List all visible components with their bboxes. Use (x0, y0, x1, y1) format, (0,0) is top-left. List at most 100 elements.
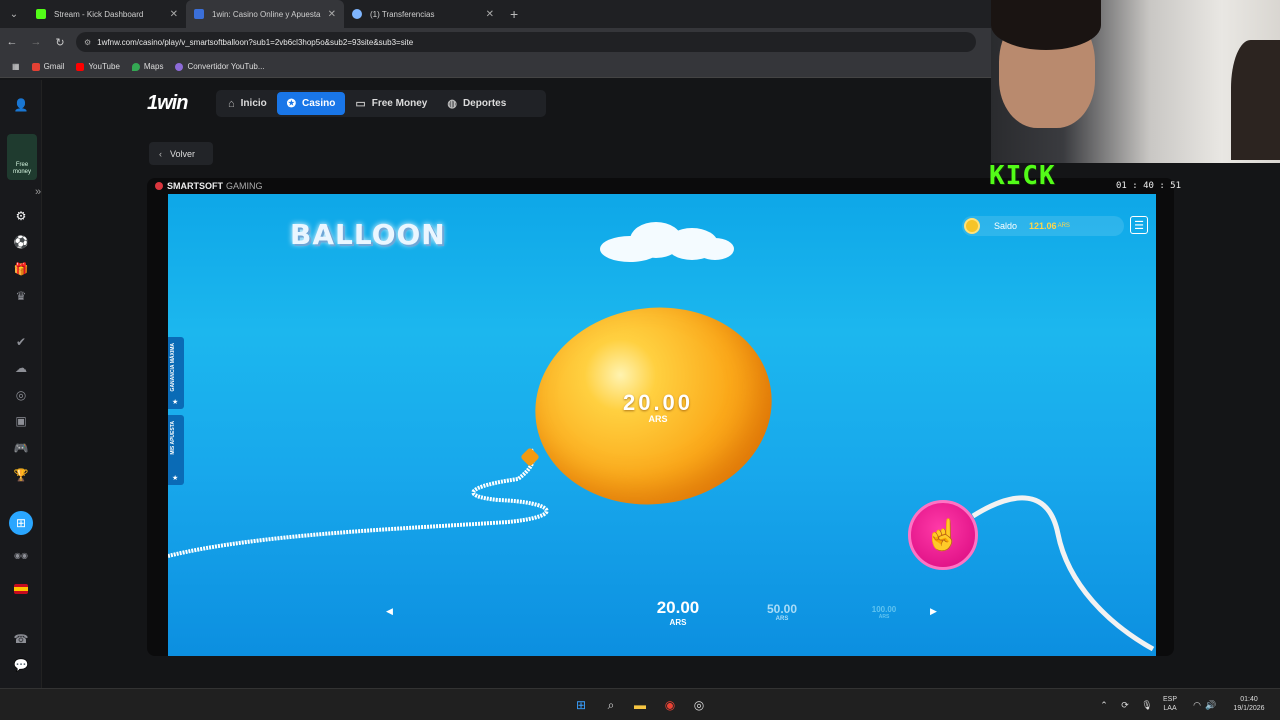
casino-chip-icon[interactable]: ⚙ (12, 207, 30, 225)
nav-label: Free Money (371, 98, 428, 109)
coin-icon (964, 218, 980, 234)
crown-icon[interactable]: ♛ (12, 287, 30, 305)
my-bets-tab[interactable]: MIS APUESTA ★ (168, 415, 184, 485)
reload-icon[interactable]: ↻ (48, 36, 72, 49)
bet-prev-arrow-icon[interactable]: ◀ (386, 606, 393, 617)
clock-date[interactable]: 01:40 19/1/2026 (1224, 695, 1274, 713)
tab-search-chevron-icon[interactable]: ⌄ (0, 0, 28, 28)
pump-button[interactable]: ☝ (908, 500, 978, 570)
bet-selector: ◀ 20.00 ARS 50.00 ARS 100.00 ARS ▶ (380, 594, 940, 634)
cards-icon[interactable]: ▣ (12, 412, 30, 430)
bookmark-maps[interactable]: Maps (131, 62, 163, 71)
kick-favicon-icon (36, 9, 46, 19)
max-win-tab[interactable]: GANANCIA MÁXIMA ★ (168, 337, 184, 409)
bet-option-50[interactable]: 50.00 ARS (752, 602, 812, 622)
tab-kick-dashboard[interactable]: Stream - Kick Dashboard ✕ (28, 0, 186, 28)
tab-transferencias[interactable]: (1) Transferencias ✕ (344, 0, 502, 28)
bookmark-gmail[interactable]: Gmail (31, 62, 65, 71)
soccer-ball-icon[interactable]: ⚽ (12, 233, 30, 251)
social-links-icon[interactable]: ◉◉ (12, 546, 30, 564)
file-explorer-icon[interactable]: ▬ (632, 697, 648, 713)
free-money-label: Free money (12, 162, 31, 175)
balance-value: 121.06 (1029, 221, 1057, 231)
money-icon: ▭ (355, 98, 366, 110)
provider-suffix: GAMING (226, 181, 263, 191)
bookmarks-bar: ▦ Gmail YouTube Maps Convertidor YouTub.… (0, 56, 992, 78)
tray-chevron-up-icon[interactable]: ⌃ (1096, 697, 1112, 713)
apps-grid-icon[interactable]: ▦ (12, 62, 20, 71)
support-chat-icon[interactable]: 💬 (12, 656, 30, 674)
back-button[interactable]: ‹ Volver (149, 142, 213, 165)
provider-logo: SMARTSOFT GAMING (155, 181, 263, 191)
profile-icon[interactable]: 👤 (12, 96, 30, 114)
close-tab-icon[interactable]: ✕ (486, 9, 494, 20)
gamepad-icon[interactable]: 🎮 (12, 439, 30, 457)
bet-option-20[interactable]: 20.00 ARS (638, 598, 718, 627)
clock-time: 01:40 (1240, 696, 1258, 703)
balloon-game-canvas[interactable]: BALLOON Saldo 121.06 ARS ☰ GANANCIA MÁXI… (168, 194, 1156, 656)
language-indicator[interactable]: ESP LAA (1163, 695, 1177, 713)
tab-title: Stream - Kick Dashboard (54, 9, 144, 19)
bet-option-100[interactable]: 100.00 ARS (854, 605, 914, 620)
language-flag-icon[interactable] (14, 584, 28, 594)
site-logo[interactable]: 1win (147, 92, 188, 115)
stream-clock: 01 : 40 : 51 (1116, 181, 1182, 191)
nav-inicio[interactable]: ⌂ Inicio (218, 92, 277, 115)
balloon-game-logo: BALLOON (290, 218, 446, 251)
gmail-icon (31, 62, 40, 71)
language-line-2: LAA (1163, 705, 1177, 712)
maps-pin-icon (131, 62, 140, 71)
chevron-left-icon: ‹ (159, 148, 162, 159)
provider-name: SMARTSOFT (167, 181, 223, 191)
bet-value: 20.00 (656, 598, 700, 617)
bet-next-arrow-icon[interactable]: ▶ (930, 606, 937, 617)
windows-start-icon[interactable]: ⊞ (573, 697, 589, 713)
check-circle-icon[interactable]: ✔ (12, 333, 30, 351)
tab-title: 1win: Casino Online y Apuesta (212, 9, 321, 19)
home-icon: ⌂ (228, 97, 235, 110)
chrome-icon[interactable]: ◉ (662, 697, 678, 713)
bookmark-convertidor[interactable]: Convertidor YouTub... (175, 62, 265, 71)
game-menu-icon[interactable]: ☰ (1130, 216, 1148, 234)
chat-users-icon[interactable]: ☁ (12, 359, 30, 377)
new-tab-plus-icon[interactable]: + (510, 6, 518, 22)
mic-icon[interactable]: 🎙 (1139, 697, 1155, 713)
windows-app-icon[interactable]: ⊞ (9, 511, 33, 535)
expand-sidebar-icon[interactable]: » (35, 186, 51, 202)
balance-label: Saldo (994, 221, 1018, 231)
bet-value: 100.00 (871, 605, 897, 614)
bet-value: 50.00 (766, 602, 798, 616)
search-icon[interactable]: ⌕ (603, 697, 619, 713)
free-money-promo[interactable]: Free money (7, 134, 37, 180)
back-arrow-icon[interactable]: ← (0, 36, 24, 48)
close-tab-icon[interactable]: ✕ (170, 9, 178, 20)
volume-icon[interactable]: 🔊 (1203, 697, 1219, 713)
back-label: Volver (170, 148, 196, 159)
star-icon: ★ (172, 399, 179, 406)
site-info-icon[interactable]: ⚙ (84, 38, 91, 47)
close-tab-icon[interactable]: ✕ (328, 9, 336, 20)
kick-logo: KICK (989, 161, 1056, 191)
bookmark-youtube[interactable]: YouTube (76, 62, 120, 71)
transfer-favicon-icon (352, 9, 362, 19)
bet-currency: ARS (669, 618, 687, 627)
tab-title: (1) Transferencias (370, 9, 435, 19)
trophy-icon[interactable]: 🏆 (12, 466, 30, 484)
nav-free-money[interactable]: ▭ Free Money (345, 92, 437, 115)
url-input[interactable]: ⚙ 1wfnw.com/casino/play/v_smartsoftballo… (76, 32, 976, 52)
balance-currency: ARS (1057, 223, 1070, 229)
converter-icon (175, 62, 184, 71)
tab-1win-casino[interactable]: 1win: Casino Online y Apuesta ✕ (186, 0, 344, 28)
obs-icon[interactable]: ◎ (691, 697, 707, 713)
bet-currency: ARS (775, 616, 789, 622)
bookmark-label: Gmail (43, 62, 65, 71)
network-icon[interactable]: ⟳ (1117, 697, 1133, 713)
nav-casino[interactable]: ✪ Casino (276, 92, 346, 115)
phone-icon[interactable]: ☎ (12, 630, 30, 648)
nav-deportes[interactable]: ◍ Deportes (437, 92, 516, 115)
gift-icon[interactable]: 🎁 (12, 260, 30, 278)
my-bets-tab-label: MIS APUESTA (170, 421, 176, 455)
forward-arrow-icon[interactable]: → (24, 36, 48, 48)
nav-label: Inicio (240, 98, 267, 109)
games-icon[interactable]: ◎ (12, 386, 30, 404)
